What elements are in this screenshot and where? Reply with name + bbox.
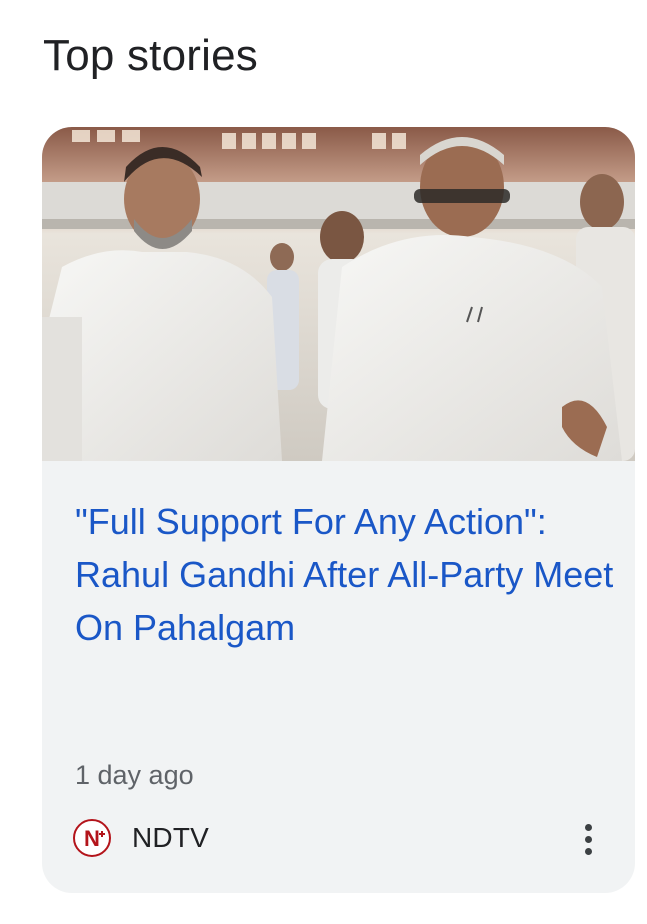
- svg-text:N: N: [84, 826, 100, 851]
- ndtv-logo-icon: N: [73, 819, 111, 857]
- section-title: Top stories: [43, 31, 258, 80]
- story-card[interactable]: "Full Support For Any Action": Rahul Gan…: [42, 127, 635, 893]
- source-name: NDTV: [132, 822, 210, 853]
- dot: [584, 823, 592, 831]
- more-vert-icon[interactable]: [568, 817, 608, 861]
- story-source: N NDTV: [73, 815, 209, 861]
- story-timestamp: 1 day ago: [75, 760, 194, 790]
- story-headline[interactable]: "Full Support For Any Action": Rahul Gan…: [75, 495, 615, 654]
- dot: [584, 847, 592, 855]
- story-thumbnail[interactable]: [42, 127, 635, 461]
- dot: [584, 835, 592, 843]
